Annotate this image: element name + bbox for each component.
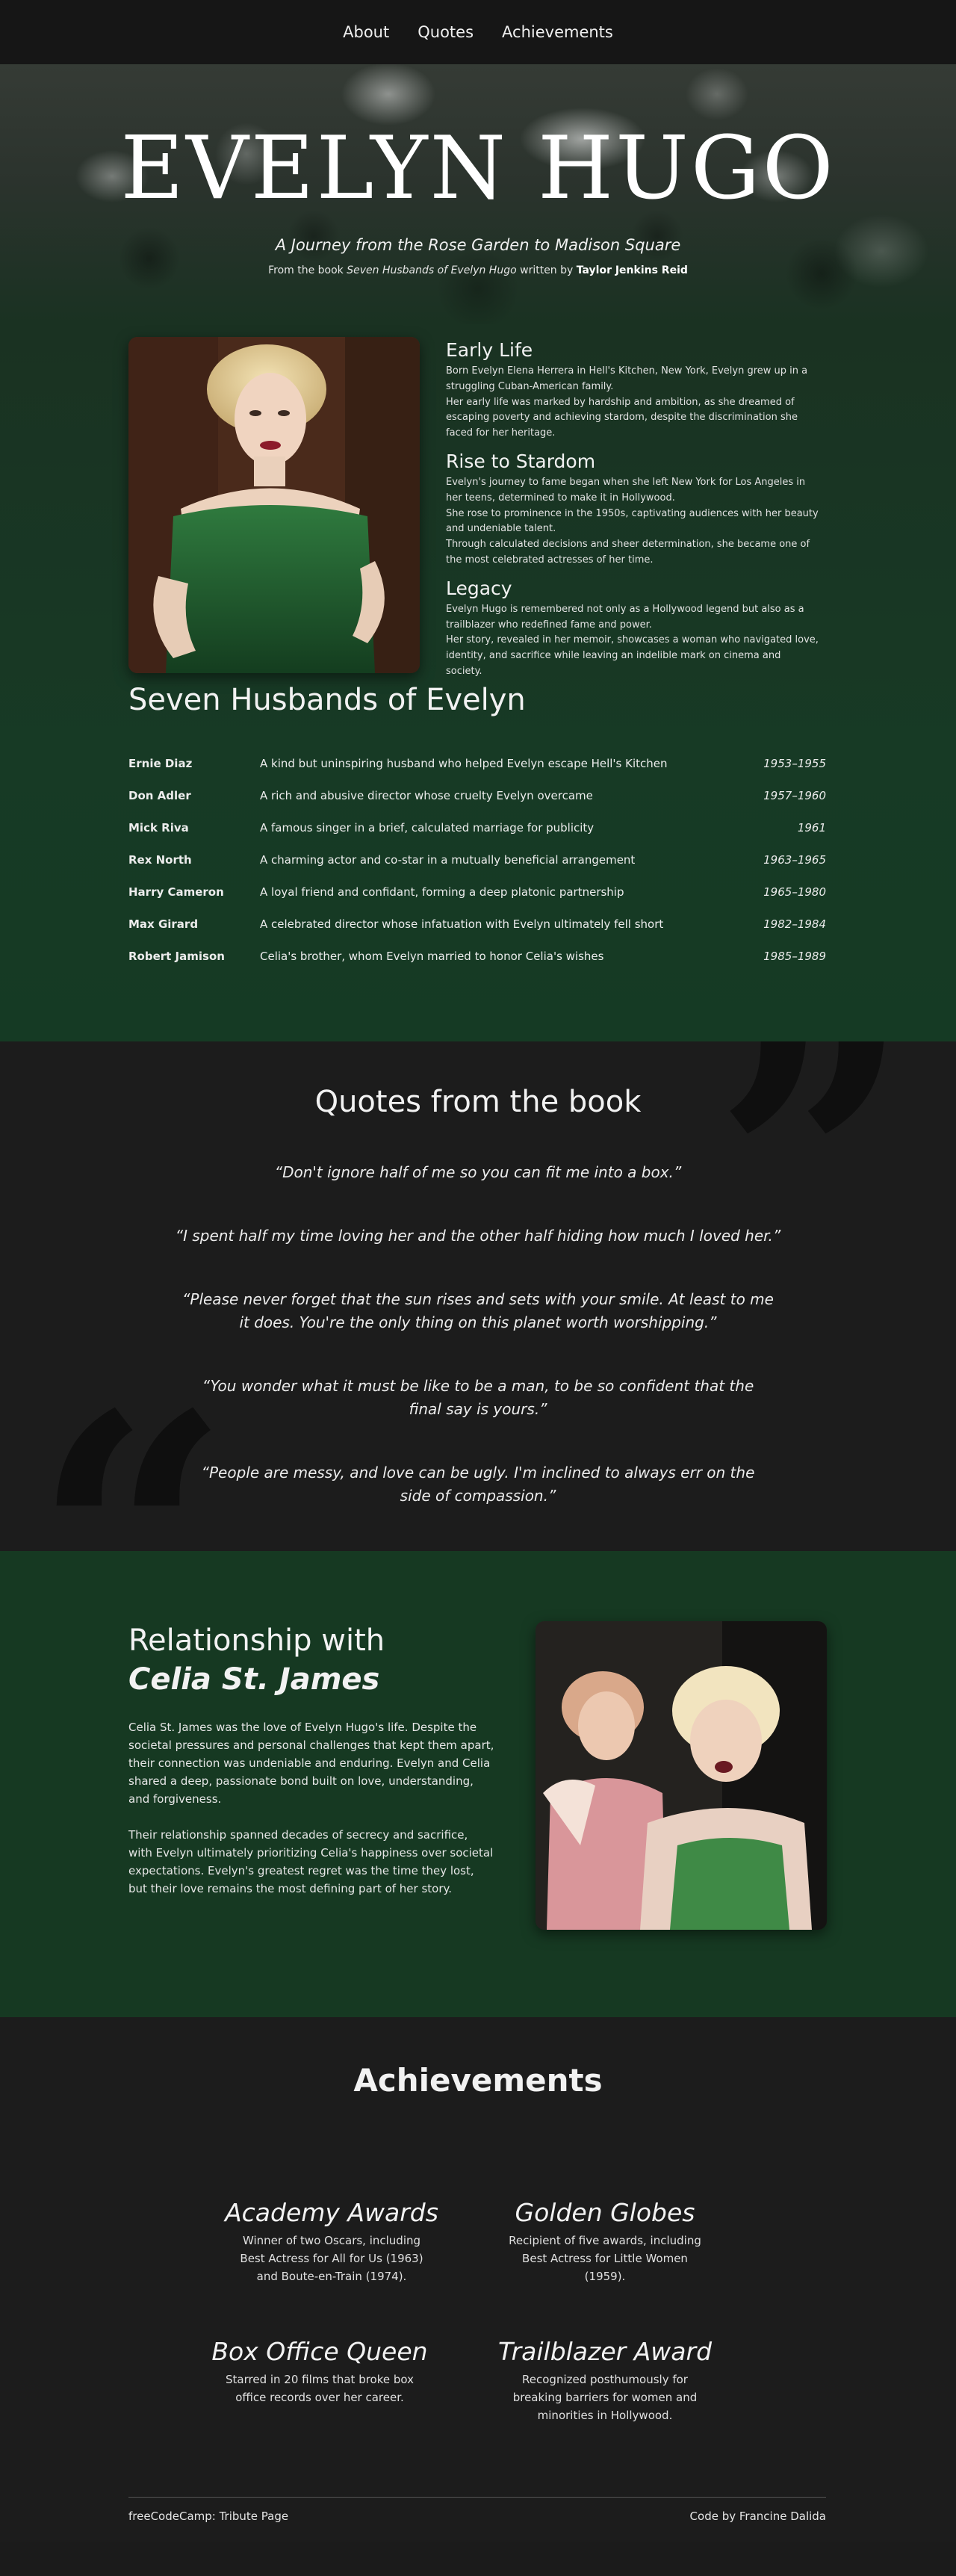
portrait-illustration [128,337,420,673]
achievement-description: Recipient of five awards, including Best… [509,2234,701,2283]
bio-paragraph: Evelyn's journey to fame began when she … [446,476,806,504]
achievement-trailblazer-award: Trailblazer Award Recognized posthumousl… [478,2337,732,2424]
bio-heading: Rise to Stardom [446,450,596,472]
husband-description: A kind but uninspiring husband who helpe… [260,756,668,770]
hero-title: EVELYN HUGO [120,118,836,219]
quotes-title: Quotes from the book [314,1085,642,1119]
husbands-table: Ernie Diaz A kind but uninspiring husban… [128,747,826,972]
celia-text: Celia St. James was the love of Evelyn H… [128,1718,494,1916]
celia-heading-name: Celia St. James [128,1662,380,1697]
about-section: Early Life Born Evelyn Elena Herrera in … [0,324,956,1041]
bio-paragraph: Through calculated decisions and sheer d… [446,539,810,566]
husband-name: Rex North [128,852,192,867]
credit-prefix: From the book [268,264,347,276]
nav-link-about[interactable]: About [343,23,389,41]
nav-link-quotes[interactable]: Quotes [418,23,474,41]
footer-left-text: freeCodeCamp: Tribute Page [128,2510,289,2523]
achievement-golden-globes: Golden Globes Recipient of five awards, … [478,2198,732,2285]
bio-paragraph: Evelyn Hugo is remembered not only as a … [446,603,804,631]
nav-link-achievements[interactable]: Achievements [502,23,613,41]
hero-banner: EVELYN HUGO A Journey from the Rose Gard… [0,64,956,324]
footer-right-text: Code by Francine Dalida [689,2510,826,2523]
husband-description: Celia's brother, whom Evelyn married to … [260,949,604,963]
bio-legacy: Legacy Evelyn Hugo is remembered not onl… [446,578,819,680]
table-row: Don Adler A rich and abusive director wh… [128,779,826,811]
achievement-description: Winner of two Oscars, including Best Act… [240,2234,423,2283]
celia-photo-illustration [536,1621,827,1930]
celia-photo-image [536,1621,827,1930]
celia-paragraph: Celia St. James was the love of Evelyn H… [128,1721,494,1806]
husband-description: A charming actor and co-star in a mutual… [260,852,636,867]
hero-subtitle: A Journey from the Rose Garden to Madiso… [275,236,681,254]
bio-paragraph: Her story, revealed in her memoir, showc… [446,634,819,677]
husband-description: A rich and abusive director whose cruelt… [260,788,593,802]
achievement-title: Golden Globes [515,2198,695,2227]
husband-years: 1965–1980 [763,885,826,899]
table-row: Rex North A charming actor and co-star i… [128,843,826,876]
achievement-box-office-queen: Box Office Queen Starred in 20 films tha… [193,2337,447,2406]
husband-years: 1953–1955 [763,756,826,770]
bio-paragraph: Her early life was marked by hardship an… [446,396,798,439]
bio-rise-to-stardom: Rise to Stardom Evelyn's journey to fame… [446,451,819,569]
husband-years: 1957–1960 [763,788,826,802]
celia-section: Relationship with Celia St. James Celia … [0,1551,956,2017]
quotes-section: ” “ Quotes from the book “Don't ignore h… [0,1041,956,1551]
table-row: Robert Jamison Celia's brother, whom Eve… [128,940,826,972]
husband-name: Don Adler [128,788,191,802]
bio-paragraph: Born Evelyn Elena Herrera in Hell's Kitc… [446,365,808,392]
bio-section: Early Life Born Evelyn Elena Herrera in … [0,324,956,683]
husband-description: A celebrated director whose infatuation … [260,917,664,931]
table-row: Mick Riva A famous singer in a brief, ca… [128,811,826,843]
page-footer: freeCodeCamp: Tribute Page Code by Franc… [128,2497,826,2523]
top-nav: About Quotes Achievements [0,0,956,64]
bio-text: Early Life Born Evelyn Elena Herrera in … [446,339,819,689]
husband-years: 1982–1984 [763,917,826,931]
achievements-title: Achievements [353,2062,603,2099]
husband-years: 1985–1989 [763,949,826,963]
achievement-description: Recognized posthumously for breaking bar… [512,2373,698,2422]
achievement-description: Starred in 20 films that broke box offic… [226,2373,414,2404]
husbands-title: Seven Husbands of Evelyn [128,683,526,717]
husband-name: Mick Riva [128,820,189,835]
celia-heading: Relationship with Celia St. James [128,1621,385,1699]
bio-early-life: Early Life Born Evelyn Elena Herrera in … [446,339,819,442]
husbands-section: Seven Husbands of Evelyn Ernie Diaz A ki… [0,683,956,1041]
quote-item: “You wonder what it must be like to be a… [202,1377,754,1418]
quote-item: “I spent half my time loving her and the… [175,1227,781,1245]
quote-list: “Don't ignore half of me so you can fit … [149,1161,807,1508]
husband-years: 1963–1965 [763,852,826,867]
quote-item: “Don't ignore half of me so you can fit … [274,1163,682,1181]
table-row: Ernie Diaz A kind but uninspiring husban… [128,747,826,779]
credit-book-title: Seven Husbands of Evelyn Hugo [347,264,517,276]
achievements-section: Achievements Academy Awards Winner of tw… [0,2017,956,2542]
husband-name: Ernie Diaz [128,756,193,770]
credit-author: Taylor Jenkins Reid [576,264,688,276]
bio-heading: Legacy [446,577,512,599]
credit-mid: written by [516,264,577,276]
achievement-title: Trailblazer Award [497,2337,713,2366]
achievement-academy-awards: Academy Awards Winner of two Oscars, inc… [205,2198,459,2285]
husband-name: Max Girard [128,917,199,931]
quote-item: “People are messy, and love can be ugly.… [201,1464,755,1505]
husband-description: A loyal friend and confidant, forming a … [260,885,624,899]
husband-years: 1961 [797,820,826,835]
celia-paragraph: Their relationship spanned decades of se… [128,1828,494,1895]
evelyn-portrait-image [128,337,420,673]
hero-credit: From the book Seven Husbands of Evelyn H… [0,264,956,276]
achievement-title: Box Office Queen [211,2337,428,2366]
husband-name: Robert Jamison [128,949,225,963]
husband-name: Harry Cameron [128,885,224,899]
bio-paragraph: She rose to prominence in the 1950s, cap… [446,507,819,535]
table-row: Harry Cameron A loyal friend and confida… [128,876,826,908]
quote-item: “Please never forget that the sun rises … [182,1290,774,1331]
celia-heading-line1: Relationship with [128,1623,385,1658]
table-row: Max Girard A celebrated director whose i… [128,908,826,940]
achievement-title: Academy Awards [225,2198,438,2227]
husband-description: A famous singer in a brief, calculated m… [260,820,595,835]
bio-heading: Early Life [446,339,533,361]
